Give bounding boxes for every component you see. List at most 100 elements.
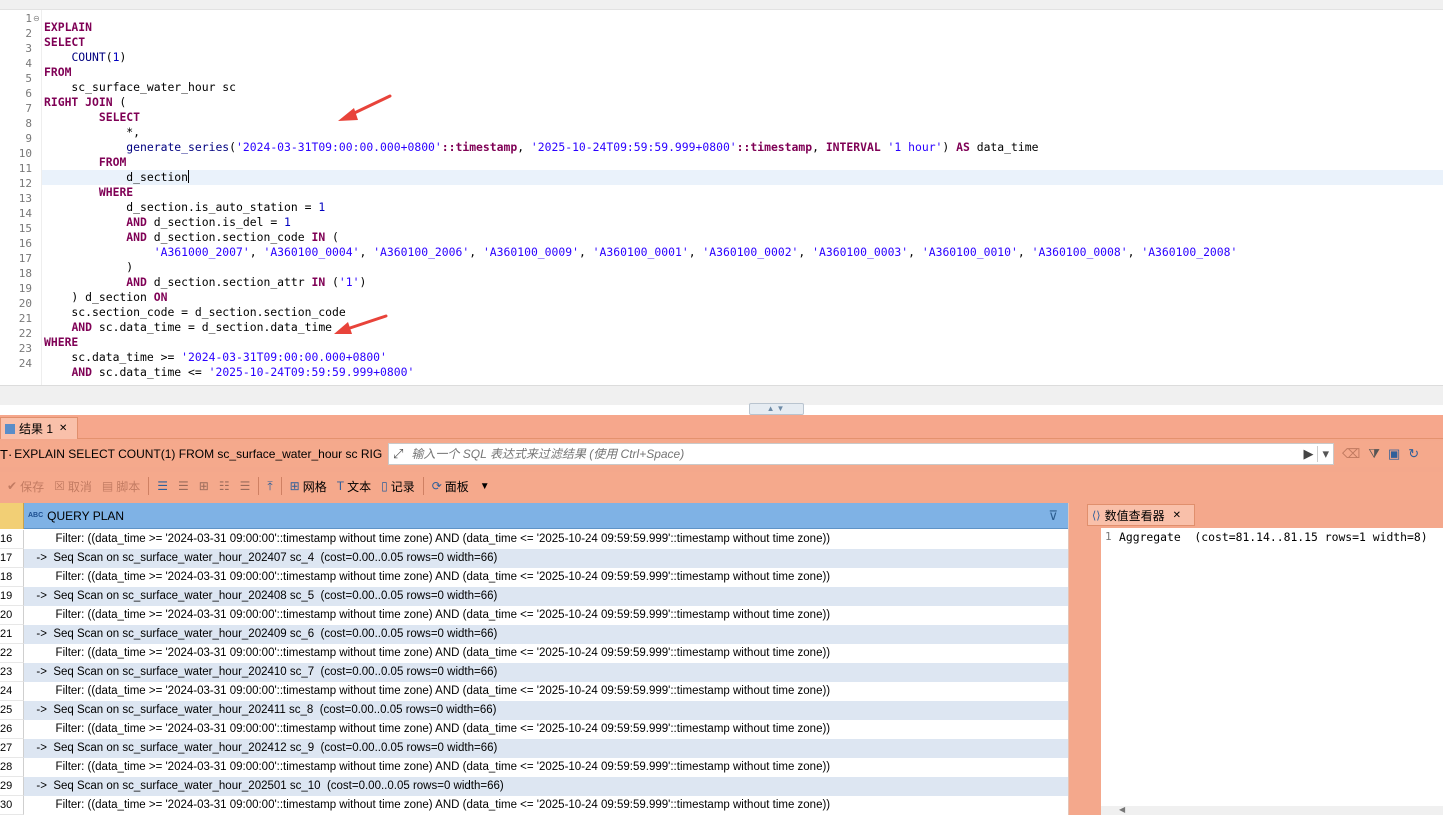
chevron-down-icon[interactable]: ▼ — [480, 481, 490, 492]
query-plan-cell[interactable]: Filter: ((data_time >= '2024-03-31 09:00… — [24, 568, 1068, 587]
code-line[interactable]: AND d_section.section_code IN ( — [44, 230, 339, 245]
code-line[interactable]: SELECT — [44, 110, 140, 125]
code-line[interactable]: ) — [44, 260, 133, 275]
table-row[interactable]: 21 -> Seq Scan on sc_surface_water_hour_… — [0, 625, 1068, 644]
table-row[interactable]: 24 Filter: ((data_time >= '2024-03-31 09… — [0, 682, 1068, 701]
row-number[interactable]: 30 — [0, 796, 24, 815]
eraser-icon[interactable]: ⌫ — [1342, 446, 1360, 462]
edit-row-button[interactable]: ☰ — [152, 474, 173, 498]
column-header-query-plan[interactable]: ABC QUERY PLAN — [28, 503, 124, 529]
row-number[interactable]: 26 — [0, 720, 24, 739]
query-plan-cell[interactable]: Filter: ((data_time >= '2024-03-31 09:00… — [24, 606, 1068, 625]
query-plan-cell[interactable]: -> Seq Scan on sc_surface_water_hour_202… — [24, 549, 1068, 568]
query-summary[interactable]: T· EXPLAIN SELECT COUNT(1) FROM sc_surfa… — [0, 443, 383, 465]
query-plan-cell[interactable]: -> Seq Scan on sc_surface_water_hour_202… — [24, 587, 1068, 606]
code-line[interactable]: SELECT — [44, 35, 85, 50]
query-plan-cell[interactable]: -> Seq Scan on sc_surface_water_hour_202… — [24, 701, 1068, 720]
row-number[interactable]: 27 — [0, 739, 24, 758]
script-button[interactable]: ▤ 脚本 — [97, 474, 145, 498]
filter-input-box[interactable]: ⤢ ▶ ▾ — [388, 443, 1334, 465]
code-line[interactable]: sc.section_code = d_section.section_code — [44, 305, 345, 320]
chevron-left-icon[interactable]: ◀ — [1119, 805, 1125, 814]
code-line[interactable]: EXPLAIN — [44, 20, 92, 35]
fold-toggle-icon[interactable]: ⊖ — [33, 11, 41, 26]
code-line[interactable]: *, — [44, 125, 140, 140]
indent-button[interactable]: ☰ — [235, 474, 256, 498]
row-number[interactable]: 16 — [0, 530, 24, 549]
export-button[interactable]: ⤒ — [262, 474, 277, 498]
close-icon[interactable]: ✕ — [1173, 510, 1181, 521]
query-plan-cell[interactable]: Filter: ((data_time >= '2024-03-31 09:00… — [24, 720, 1068, 739]
row-number[interactable]: 17 — [0, 549, 24, 568]
table-row[interactable]: 18 Filter: ((data_time >= '2024-03-31 09… — [0, 568, 1068, 587]
table-row[interactable]: 17 -> Seq Scan on sc_surface_water_hour_… — [0, 549, 1068, 568]
query-plan-cell[interactable]: -> Seq Scan on sc_surface_water_hour_202… — [24, 777, 1068, 796]
row-number[interactable]: 18 — [0, 568, 24, 587]
query-plan-cell[interactable]: Filter: ((data_time >= '2024-03-31 09:00… — [24, 682, 1068, 701]
code-line[interactable]: FROM — [44, 155, 126, 170]
code-line[interactable]: COUNT(1) — [44, 50, 126, 65]
tab-value-viewer[interactable]: ⟨⟩ 数值查看器 ✕ — [1087, 504, 1195, 526]
refresh-icon[interactable]: ↻ — [1408, 446, 1419, 462]
row-number[interactable]: 19 — [0, 587, 24, 606]
viewer-divider[interactable] — [1068, 503, 1085, 815]
play-icon[interactable]: ▶ — [1299, 446, 1317, 462]
query-plan-cell[interactable]: -> Seq Scan on sc_surface_water_hour_202… — [24, 663, 1068, 682]
table-row[interactable]: 20 Filter: ((data_time >= '2024-03-31 09… — [0, 606, 1068, 625]
panel-sash-handle[interactable]: ▲▼ — [749, 403, 804, 415]
code-line[interactable]: generate_series('2024-03-31T09:00:00.000… — [44, 140, 1038, 155]
code-line[interactable]: AND d_section.is_del = 1 — [44, 215, 291, 230]
table-row[interactable]: 16 Filter: ((data_time >= '2024-03-31 09… — [0, 530, 1068, 549]
filter-icon[interactable]: ⧩ — [1368, 446, 1380, 462]
code-line[interactable]: sc.data_time >= '2024-03-31T09:00:00.000… — [44, 350, 386, 365]
results-grid[interactable]: ABC QUERY PLAN ⊽ 16 Filter: ((data_time … — [0, 503, 1068, 815]
value-viewer-body[interactable]: 1 Aggregate (cost=81.14..81.15 rows=1 wi… — [1101, 528, 1443, 815]
expand-icon[interactable]: ⤢ — [389, 446, 407, 462]
table-row[interactable]: 28 Filter: ((data_time >= '2024-03-31 09… — [0, 758, 1068, 777]
row-number[interactable]: 29 — [0, 777, 24, 796]
chevron-down-icon[interactable]: ▾ — [1317, 446, 1333, 462]
code-line[interactable]: AND sc.data_time <= '2025-10-24T09:59:59… — [44, 365, 414, 380]
code-line[interactable]: FROM — [44, 65, 71, 80]
code-line[interactable]: ) d_section ON — [44, 290, 167, 305]
table-row[interactable]: 23 -> Seq Scan on sc_surface_water_hour_… — [0, 663, 1068, 682]
sql-editor[interactable]: 1 ⊖ 2 3 4 5 6 7 8 9 10 11 12 13 14 15 16 17 18 19 20 21 22 23 24… — [6, 10, 1443, 385]
query-plan-cell[interactable]: Filter: ((data_time >= '2024-03-31 09:00… — [24, 758, 1068, 777]
code-line[interactable]: WHERE — [44, 185, 133, 200]
row-number[interactable]: 28 — [0, 758, 24, 777]
query-plan-cell[interactable]: -> Seq Scan on sc_surface_water_hour_202… — [24, 625, 1068, 644]
grid-corner[interactable] — [0, 503, 24, 529]
grid-view-button[interactable]: ⊞ 网格 — [285, 474, 332, 498]
tab-results-1[interactable]: 结果 1 ✕ — [0, 417, 78, 439]
code-line[interactable]: WHERE — [44, 335, 78, 350]
table-row[interactable]: 29 -> Seq Scan on sc_surface_water_hour_… — [0, 777, 1068, 796]
text-view-button[interactable]: T 文本 — [332, 474, 376, 498]
table-row[interactable]: 30 Filter: ((data_time >= '2024-03-31 09… — [0, 796, 1068, 815]
delete-row-button[interactable]: ☷ — [214, 474, 235, 498]
row-number[interactable]: 25 — [0, 701, 24, 720]
row-number[interactable]: 20 — [0, 606, 24, 625]
table-row[interactable]: 25 -> Seq Scan on sc_surface_water_hour_… — [0, 701, 1068, 720]
save-filter-icon[interactable]: ▣ — [1388, 446, 1400, 462]
query-plan-cell[interactable]: -> Seq Scan on sc_surface_water_hour_202… — [24, 739, 1068, 758]
horizontal-scrollbar[interactable]: ◀ — [1101, 805, 1443, 815]
code-line[interactable]: d_section — [42, 170, 1443, 185]
panel-button[interactable]: ⟳ 面板 ▼ — [427, 474, 495, 498]
table-row[interactable]: 22 Filter: ((data_time >= '2024-03-31 09… — [0, 644, 1068, 663]
table-row[interactable]: 19 -> Seq Scan on sc_surface_water_hour_… — [0, 587, 1068, 606]
code-line[interactable]: AND sc.data_time = d_section.data_time — [44, 320, 332, 335]
query-plan-cell[interactable]: Filter: ((data_time >= '2024-03-31 09:00… — [24, 644, 1068, 663]
save-button[interactable]: ✔ 保存 — [2, 474, 49, 498]
record-view-button[interactable]: ▯ 记录 — [376, 474, 420, 498]
close-icon[interactable]: ✕ — [59, 423, 67, 434]
code-line[interactable]: sc_surface_water_hour sc — [44, 80, 236, 95]
table-row[interactable]: 27 -> Seq Scan on sc_surface_water_hour_… — [0, 739, 1068, 758]
code-line[interactable]: d_section.is_auto_station = 1 — [44, 200, 325, 215]
query-plan-cell[interactable]: Filter: ((data_time >= '2024-03-31 09:00… — [24, 796, 1068, 815]
copy-row-button[interactable]: ⊞ — [194, 474, 214, 498]
row-number[interactable]: 23 — [0, 663, 24, 682]
add-row-button[interactable]: ☰ — [173, 474, 194, 498]
query-plan-cell[interactable]: Filter: ((data_time >= '2024-03-31 09:00… — [24, 530, 1068, 549]
column-filter-icon[interactable]: ⊽ — [1048, 508, 1058, 524]
row-number[interactable]: 24 — [0, 682, 24, 701]
